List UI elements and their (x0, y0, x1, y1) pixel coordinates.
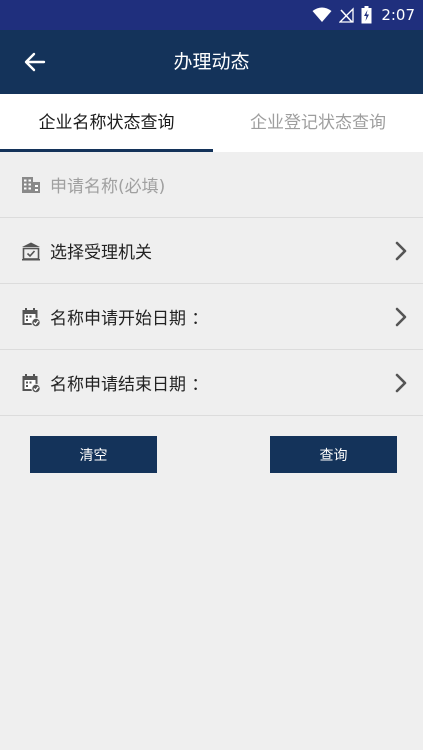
no-signal-icon (339, 7, 354, 23)
name-input[interactable]: 申请名称(必填) (50, 172, 165, 197)
building-icon (22, 176, 40, 193)
calendar-check-icon (22, 307, 41, 327)
tab-bar: 企业名称状态查询 企业登记状态查询 (0, 94, 423, 152)
start-date-row[interactable]: 名称申请开始日期 ： (0, 284, 423, 350)
institution-icon (22, 242, 40, 260)
page-title: 办理动态 (173, 51, 250, 73)
app-bar: 办理动态 (0, 30, 423, 94)
status-bar: 2:07 (0, 0, 423, 30)
query-button[interactable]: 查询 (270, 436, 397, 473)
arrow-left-icon (24, 52, 46, 72)
end-date-label: 名称申请结束日期 ： (50, 375, 209, 395)
status-time: 2:07 (381, 6, 415, 24)
status-icons: 2:07 (312, 0, 415, 30)
query-form: 申请名称(必填) 选择受理机关 名称申请开始日期 ： 名称申请结束日期 ： (0, 152, 423, 416)
agency-select-label: 选择受理机关 (50, 243, 152, 263)
name-input-row[interactable]: 申请名称(必填) (0, 152, 423, 218)
agency-select-row[interactable]: 选择受理机关 (0, 218, 423, 284)
battery-charging-icon (361, 6, 372, 24)
chevron-right-icon (395, 307, 407, 326)
start-date-label: 名称申请开始日期 ： (50, 309, 209, 329)
chevron-right-icon (395, 373, 407, 392)
calendar-check-icon (22, 373, 41, 393)
chevron-right-icon (395, 241, 407, 260)
wifi-icon (312, 7, 332, 22)
end-date-row[interactable]: 名称申请结束日期 ： (0, 350, 423, 416)
clear-button[interactable]: 清空 (30, 436, 157, 473)
tab-company-registration-status[interactable]: 企业登记状态查询 (213, 94, 423, 152)
tab-company-name-status[interactable]: 企业名称状态查询 (0, 94, 213, 152)
back-button[interactable] (18, 46, 52, 78)
